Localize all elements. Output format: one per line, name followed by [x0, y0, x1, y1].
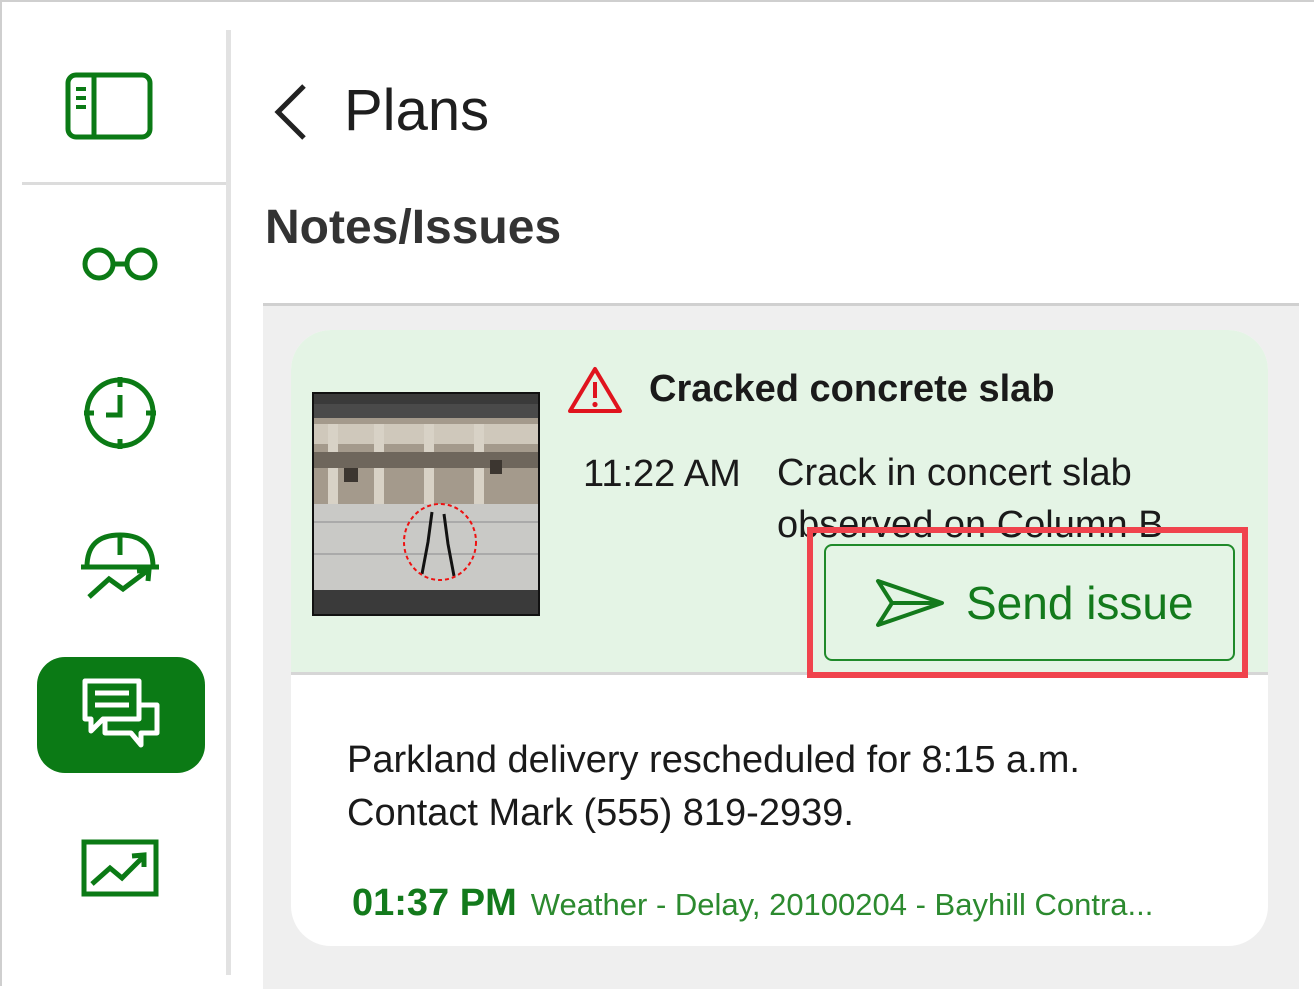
sidebar-item-review[interactable]: [70, 230, 170, 294]
back-button[interactable]: [270, 72, 330, 152]
send-issue-button[interactable]: Send issue: [824, 544, 1235, 661]
sidebar-item-safety[interactable]: [72, 520, 168, 606]
chat-bubbles-icon: [82, 678, 160, 748]
glasses-icon: [82, 247, 158, 281]
panel-toggle-button[interactable]: [60, 66, 158, 146]
hardhat-trend-icon: [81, 532, 159, 599]
note-text: Parkland delivery rescheduled for 8:15 a…: [347, 739, 1080, 834]
sidebar-item-history[interactable]: [72, 370, 168, 456]
trend-chart-icon: [81, 839, 159, 897]
note-time: 01:37 PM: [352, 882, 517, 924]
issue-time: 11:22 AM: [583, 453, 741, 495]
clock-icon: [84, 377, 156, 449]
page-title: Plans: [344, 78, 490, 143]
sidebar-item-notes[interactable]: [37, 657, 205, 773]
panel-toggle-icon: [65, 72, 153, 140]
sidebar-divider: [22, 182, 228, 185]
note-subtitle: Weather - Delay, 20100204 - Bayhill Cont…: [530, 887, 1154, 922]
note-meta: 01:37 PM Weather - Delay, 20100204 - Bayh…: [352, 882, 1252, 925]
issue-title: Cracked concrete slab: [649, 368, 1055, 410]
warning-icon: [568, 367, 622, 413]
sidebar-separator: [226, 30, 231, 975]
send-arrow-icon: [876, 578, 944, 627]
concrete-crack-photo: [314, 394, 538, 614]
sidebar: [0, 0, 230, 986]
sidebar-item-reports[interactable]: [72, 828, 168, 908]
issue-photo-thumbnail[interactable]: [312, 392, 540, 616]
send-issue-label: Send issue: [966, 576, 1194, 629]
section-title: Notes/Issues: [265, 201, 562, 254]
chevron-left-icon: [274, 84, 306, 140]
